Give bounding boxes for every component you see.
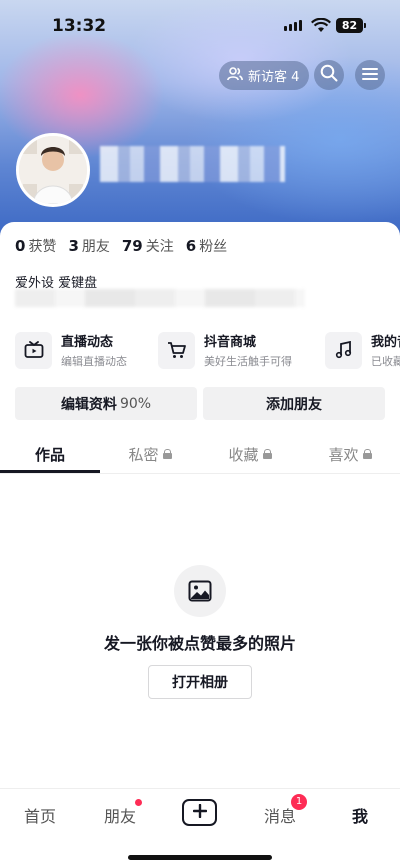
feature-douyin-mall[interactable]: 抖音商城 美好生活触手可得 <box>158 331 292 369</box>
create-post-button[interactable] <box>182 799 217 826</box>
feature-my-music[interactable]: 我的音 已收藏 <box>325 331 400 369</box>
nav-home[interactable]: 首页 <box>10 803 70 827</box>
open-album-button[interactable]: 打开相册 <box>148 665 252 699</box>
bio-redacted <box>15 289 305 307</box>
new-visitors-button[interactable]: 新访客 4 <box>219 61 310 90</box>
battery-indicator: 82 <box>336 18 363 33</box>
friends-notification-dot <box>135 799 142 806</box>
feature-subtitle: 美好生活触手可得 <box>204 355 292 368</box>
visitors-label: 新访客 4 <box>248 70 300 85</box>
music-icon <box>325 331 362 369</box>
nav-friends[interactable]: 朋友 <box>90 803 150 827</box>
profile-completion: 90% <box>119 395 152 412</box>
avatar-image <box>19 136 87 204</box>
stat-following[interactable]: 79 关注 <box>122 236 174 256</box>
profile-stats: 0 获赞 3 朋友 79 关注 6 粉丝 <box>15 236 227 256</box>
menu-icon <box>362 66 378 85</box>
lock-icon <box>362 449 372 459</box>
profile-content: 0 获赞 3 朋友 79 关注 6 粉丝 爱外设 爱键盘 直播动态 编辑直播动态 抖音商… <box>0 222 400 788</box>
edit-profile-button[interactable]: 编辑资料 90% <box>15 387 197 420</box>
wifi-icon <box>311 17 331 37</box>
tab-works[interactable]: 作品 <box>0 434 100 474</box>
menu-button[interactable] <box>355 60 385 90</box>
search-icon <box>320 64 338 86</box>
status-bar: 13:32 82 <box>0 0 400 54</box>
active-tab-indicator <box>0 470 100 473</box>
avatar[interactable] <box>16 133 90 207</box>
add-friend-button[interactable]: 添加朋友 <box>203 387 385 420</box>
status-time: 13:32 <box>52 16 107 36</box>
home-indicator <box>128 855 272 860</box>
tv-icon <box>15 331 52 369</box>
feature-subtitle: 编辑直播动态 <box>61 355 127 368</box>
stat-followers[interactable]: 6 粉丝 <box>186 236 227 256</box>
feature-subtitle: 已收藏 <box>371 355 400 368</box>
messages-badge: 1 <box>291 794 307 810</box>
visitors-icon <box>227 66 243 85</box>
search-button[interactable] <box>314 60 344 90</box>
username-redacted <box>100 146 285 182</box>
plus-icon <box>192 803 207 822</box>
empty-state-text: 发一张你被点赞最多的照片 <box>103 634 296 653</box>
feature-title: 抖音商城 <box>204 335 257 350</box>
cart-icon <box>158 331 195 369</box>
feature-live-updates[interactable]: 直播动态 编辑直播动态 <box>15 331 127 369</box>
feature-title: 直播动态 <box>61 335 114 350</box>
bottom-navigation: 首页 朋友 消息 1 我 <box>0 788 400 866</box>
stat-friends[interactable]: 3 朋友 <box>68 236 109 256</box>
feature-title: 我的音 <box>371 335 400 350</box>
tab-favorites[interactable]: 收藏 <box>200 434 300 474</box>
battery-tip <box>364 23 366 28</box>
tab-private[interactable]: 私密 <box>100 434 200 474</box>
tab-likes[interactable]: 喜欢 <box>300 434 400 474</box>
edit-profile-label: 编辑资料 <box>60 396 117 413</box>
image-icon <box>174 565 226 617</box>
lock-icon <box>262 449 272 459</box>
nav-me[interactable]: 我 <box>330 803 390 827</box>
profile-tabs: 作品 私密 收藏 喜欢 <box>0 434 400 474</box>
feature-shortcuts: 直播动态 编辑直播动态 抖音商城 美好生活触手可得 我的音 已收藏 <box>15 331 400 371</box>
lock-icon <box>162 449 172 459</box>
cellular-signal-icon <box>284 20 302 31</box>
stat-likes[interactable]: 0 获赞 <box>15 236 56 256</box>
